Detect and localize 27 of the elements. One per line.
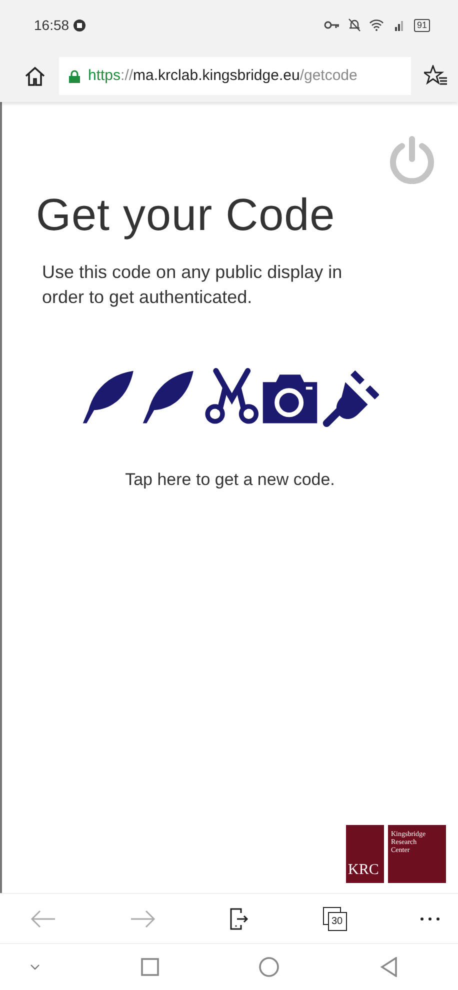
new-code-link[interactable]: Tap here to get a new code.	[119, 466, 341, 494]
lock-icon	[69, 70, 80, 82]
chevron-down-icon[interactable]	[30, 964, 40, 970]
more-icon[interactable]	[420, 916, 440, 920]
forward-icon[interactable]	[130, 910, 156, 928]
notification-icon	[73, 18, 86, 32]
home-button-icon[interactable]	[259, 957, 280, 977]
favorites-icon[interactable]	[424, 65, 448, 87]
battery-indicator: 91	[414, 18, 430, 32]
description-text: Use this code on any public display in order to get authenticated.	[42, 261, 344, 310]
back-button-icon[interactable]	[380, 957, 398, 977]
url-field[interactable]: https://ma.krclab.kingsbridge.eu/getcode	[59, 57, 411, 95]
logo-mark: KRC	[348, 860, 379, 880]
back-icon[interactable]	[30, 910, 56, 928]
plug-icon	[321, 368, 379, 428]
url-host: ma.krclab.kingsbridge.eu	[133, 66, 300, 84]
url-separator: ://	[120, 66, 134, 84]
muted-bell-icon	[348, 18, 361, 32]
home-icon[interactable]	[24, 66, 46, 86]
recents-icon[interactable]	[140, 958, 159, 976]
page-title: Get your Code	[36, 188, 336, 242]
url-path: /getcode	[300, 66, 358, 84]
url-scheme: https	[88, 66, 121, 84]
send-to-device-icon[interactable]	[229, 906, 249, 930]
key-icon	[324, 20, 340, 30]
wifi-icon	[368, 19, 384, 31]
status-time: 16:58	[34, 16, 70, 34]
